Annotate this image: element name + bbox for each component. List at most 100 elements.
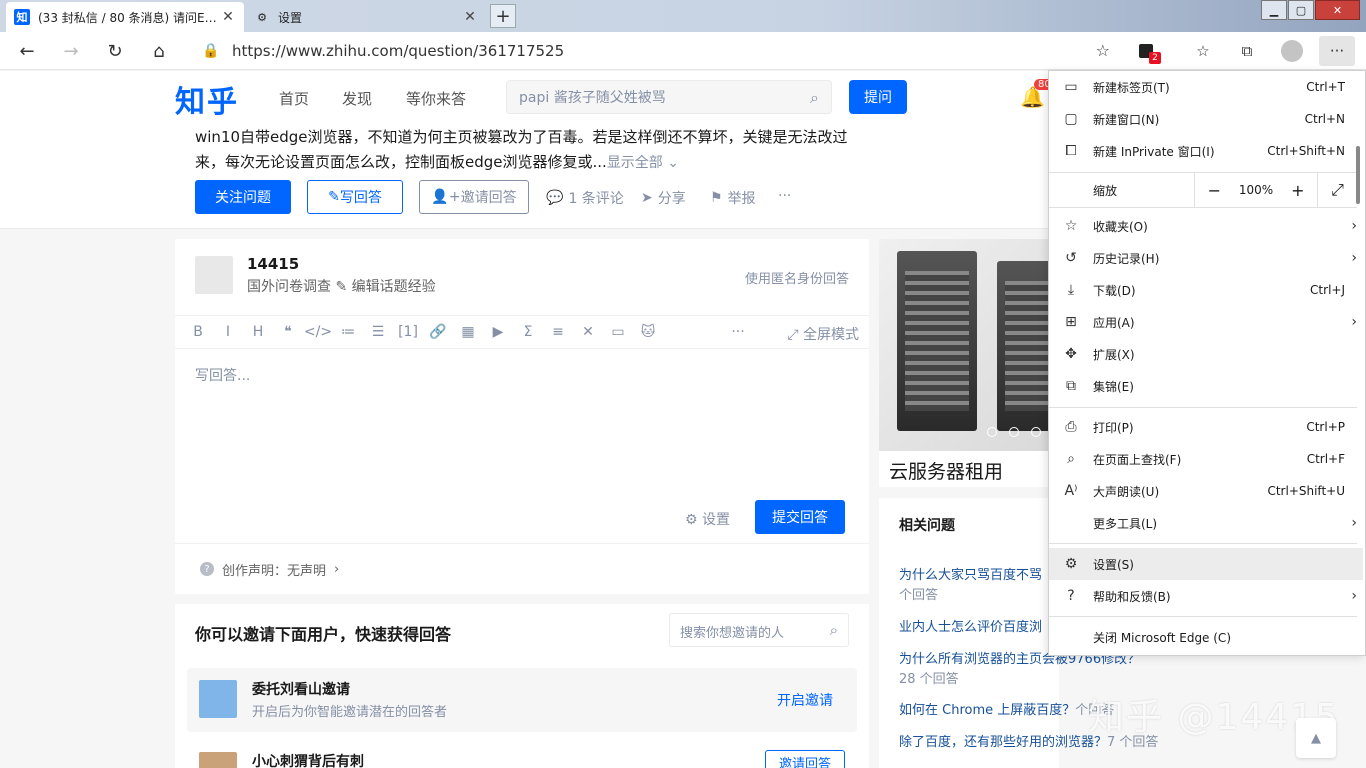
invite-answer-button[interactable]: 👤+ 邀请回答 <box>419 180 529 214</box>
favorites-bar-icon[interactable]: ☆ <box>1192 40 1214 62</box>
url-input[interactable]: 🔒 https://www.zhihu.com/question/3617175… <box>188 36 1120 66</box>
menu-new-inprivate[interactable]: ⧠ 新建 InPrivate 窗口(I) Ctrl+Shift+N <box>1049 135 1353 167</box>
formula-icon[interactable]: Σ <box>513 324 543 340</box>
menu-new-tab[interactable]: ▭ 新建标签页(T) Ctrl+T <box>1049 71 1353 103</box>
clear-format-icon[interactable]: ✕ <box>573 324 603 340</box>
code-icon[interactable]: </> <box>303 324 333 340</box>
tab-close-icon[interactable]: ✕ <box>220 9 236 25</box>
answer-settings-button[interactable]: ⚙ 设置 <box>685 509 730 529</box>
nav-discover[interactable]: 发现 <box>342 88 372 109</box>
answer-textarea[interactable]: 写回答... <box>195 365 250 385</box>
fullscreen-button[interactable]: ⤢ 全屏模式 <box>787 324 859 344</box>
menu-collections[interactable]: ⧉ 集锦(E) <box>1049 370 1353 402</box>
italic-icon[interactable]: I <box>213 324 243 340</box>
fullscreen-icon[interactable]: ⤢ <box>1318 173 1357 207</box>
settings-icon: ⚙ <box>1064 556 1078 572</box>
home-icon[interactable]: ⌂ <box>146 39 172 63</box>
carousel-dots[interactable] <box>987 427 1041 437</box>
bell-icon[interactable]: 🔔 80 <box>1020 79 1055 109</box>
menu-more-tools[interactable]: 更多工具(L) › <box>1049 507 1357 539</box>
heading-icon[interactable]: H <box>243 324 273 340</box>
submit-answer-button[interactable]: 提交回答 <box>755 500 845 534</box>
search-icon[interactable]: ⌕ <box>810 88 819 108</box>
zoom-in-button[interactable]: + <box>1278 173 1317 207</box>
chevron-right-icon: › <box>1351 588 1357 604</box>
editor-toolbar: B I H ❝ </> ≔ ☰ [1] 🔗 ▦ ▶ Σ ≡ ✕ ▭ 🐱 ··· … <box>175 315 869 349</box>
menu-apps[interactable]: ⊞ 应用(A) › <box>1049 306 1357 338</box>
menu-read-aloud[interactable]: A⁾ 大声朗读(U) Ctrl+Shift+U <box>1049 475 1353 507</box>
menu-label: 集锦(E) <box>1093 379 1134 394</box>
menu-label: 更多工具(L) <box>1093 516 1158 531</box>
link-icon[interactable]: 🔗 <box>423 324 453 340</box>
menu-close-edge[interactable]: 关闭 Microsoft Edge (C) <box>1049 621 1353 653</box>
new-tab-button[interactable]: + <box>490 4 516 28</box>
more-options-icon[interactable]: ··· <box>778 188 791 204</box>
creation-declaration[interactable]: ? 创作声明：无声明 › <box>175 543 869 594</box>
extension-icon[interactable]: 2 <box>1135 40 1161 64</box>
folder-icon[interactable]: ▭ <box>603 324 633 340</box>
favorite-star-icon[interactable]: ☆ <box>1096 41 1110 60</box>
back-to-top-button[interactable]: ▲ <box>1296 718 1336 758</box>
tab-settings[interactable]: ⚙ 设置 ✕ <box>246 2 486 32</box>
search-icon[interactable]: ⌕ <box>830 621 838 639</box>
ordered-list-icon[interactable]: ≔ <box>333 324 363 340</box>
more-tools-icon[interactable]: ··· <box>723 324 753 340</box>
quote-icon[interactable]: ❝ <box>273 324 303 340</box>
share-button[interactable]: ➤ 分享 <box>641 188 686 208</box>
menu-history[interactable]: ↺ 历史记录(H) › <box>1049 242 1357 274</box>
menu-separator <box>1049 616 1357 617</box>
video-icon[interactable]: ▶ <box>483 324 513 340</box>
invite-label: 邀请回答 <box>460 190 517 206</box>
unordered-list-icon[interactable]: ☰ <box>363 324 393 340</box>
show-all-link[interactable]: 显示全部 <box>607 155 663 171</box>
minimize-button[interactable]: ▁ <box>1261 0 1287 20</box>
refresh-icon[interactable]: ↻ <box>102 39 128 63</box>
invite-search-input[interactable]: 搜索你想邀请的人 ⌕ <box>669 613 849 647</box>
profile-avatar[interactable] <box>1281 40 1303 62</box>
back-icon[interactable]: ← <box>14 39 40 63</box>
invite-answer-button[interactable]: 邀请回答 <box>765 750 845 768</box>
follow-question-button[interactable]: 关注问题 <box>195 180 291 214</box>
nav-home[interactable]: 首页 <box>279 88 309 109</box>
enable-invite-link[interactable]: 开启邀请 <box>777 690 833 710</box>
bold-icon[interactable]: B <box>183 324 213 340</box>
gear-icon: ⚙ <box>685 512 703 528</box>
menu-help[interactable]: ? 帮助和反馈(B) › <box>1049 580 1357 612</box>
menu-favorites[interactable]: ☆ 收藏夹(O) › <box>1049 210 1357 242</box>
chevron-down-icon[interactable]: ⌄ <box>663 155 679 171</box>
invitee-name: 委托刘看山邀请 <box>252 682 350 698</box>
related-q: 如何在 Chrome 上屏蔽百度？ <box>899 703 1076 718</box>
sticker-icon[interactable]: 🐱 <box>633 324 663 340</box>
maximize-button[interactable]: ▢ <box>1288 0 1314 20</box>
menu-scrollbar[interactable] <box>1356 146 1360 204</box>
menu-downloads[interactable]: ⤓ 下载(D) Ctrl+J <box>1049 274 1353 306</box>
settings-more-icon[interactable]: ··· <box>1319 36 1355 66</box>
zoom-out-button[interactable]: − <box>1195 173 1234 207</box>
zoom-label: 缩放 <box>1093 183 1118 198</box>
menu-settings[interactable]: ⚙ 设置(S) <box>1049 548 1363 580</box>
menu-extensions[interactable]: ✥ 扩展(X) <box>1049 338 1353 370</box>
image-icon[interactable]: ▦ <box>453 324 483 340</box>
write-answer-button[interactable]: ✎ 写回答 <box>307 180 403 214</box>
collections-icon[interactable]: ⧉ <box>1236 40 1258 62</box>
reference-icon[interactable]: [1] <box>393 324 423 340</box>
tab-close-icon[interactable]: ✕ <box>462 9 478 25</box>
forward-icon[interactable]: → <box>58 39 84 63</box>
menu-find[interactable]: ⌕ 在页面上查找(F) Ctrl+F <box>1049 443 1353 475</box>
chevron-right-icon: › <box>334 561 340 577</box>
close-window-button[interactable]: ✕ <box>1315 0 1360 20</box>
comment-button[interactable]: 💬 1 条评论 <box>546 188 624 208</box>
ask-button[interactable]: 提问 <box>849 80 907 114</box>
anonymous-answer-link[interactable]: 使用匿名身份回答 <box>745 268 849 287</box>
menu-new-window[interactable]: ▢ 新建窗口(N) Ctrl+N <box>1049 103 1353 135</box>
tab-zhihu[interactable]: 知 (33 封私信 / 80 条消息) 请问EDG ✕ <box>6 2 244 32</box>
ad-title: 云服务器租用 <box>889 461 1004 483</box>
zhihu-logo[interactable]: 知乎 <box>175 77 239 121</box>
ad-card[interactable]: 云服务器租用 <box>879 239 1059 487</box>
zhihu-search-input[interactable]: papi 酱孩子随父姓被骂 ⌕ <box>506 80 832 114</box>
divider-icon[interactable]: ≡ <box>543 324 573 340</box>
edit-topic-link[interactable]: 编辑话题经验 <box>352 279 436 295</box>
menu-print[interactable]: ⎙ 打印(P) Ctrl+P <box>1049 411 1353 443</box>
report-button[interactable]: ⚑ 举报 <box>710 188 756 208</box>
nav-waiting[interactable]: 等你来答 <box>406 88 466 109</box>
